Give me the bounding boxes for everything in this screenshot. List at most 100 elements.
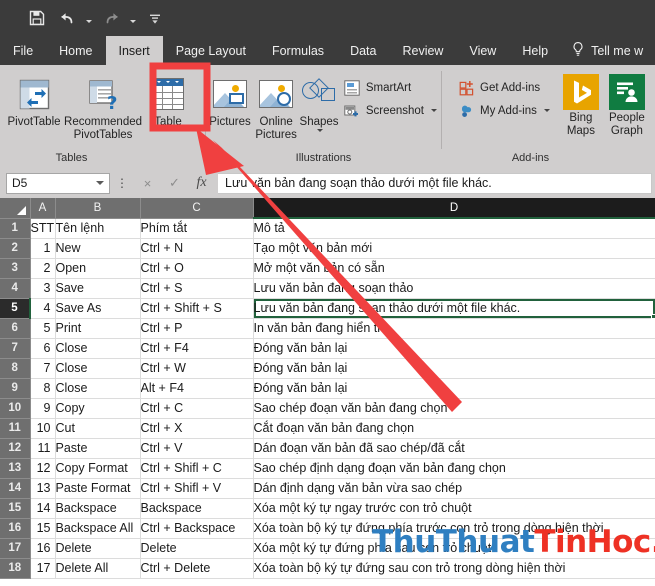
row-header-13[interactable]: 13 xyxy=(0,458,31,479)
cell-B10[interactable]: Copy xyxy=(55,398,141,419)
tab-insert[interactable]: Insert xyxy=(105,36,163,65)
cell-B16[interactable]: Backspace All xyxy=(55,518,141,539)
get-addins-button[interactable]: Get Add-ins xyxy=(454,76,554,99)
cell-A16[interactable]: 15 xyxy=(30,518,56,539)
cell-D8[interactable]: Đóng văn bản lại xyxy=(253,358,655,379)
row-header-3[interactable]: 3 xyxy=(0,258,31,279)
cell-B13[interactable]: Copy Format xyxy=(55,458,141,479)
cell-B3[interactable]: Open xyxy=(55,258,141,279)
cell-D2[interactable]: Tạo một văn bản mới xyxy=(253,238,655,259)
cell-C9[interactable]: Alt + F4 xyxy=(140,378,254,399)
cell-C10[interactable]: Ctrl + C xyxy=(140,398,254,419)
row-header-14[interactable]: 14 xyxy=(0,478,31,499)
cell-A6[interactable]: 5 xyxy=(30,318,56,339)
formula-input[interactable]: Lưu văn bản đang soạn thảo dưới một file… xyxy=(218,172,652,194)
online-pictures-button[interactable]: Online Pictures xyxy=(254,70,298,142)
cell-A4[interactable]: 3 xyxy=(30,278,56,299)
select-all-corner[interactable] xyxy=(0,198,31,219)
cell-A9[interactable]: 8 xyxy=(30,378,56,399)
cell-D1[interactable]: Mô tả xyxy=(253,218,655,239)
cell-B5[interactable]: Save As xyxy=(55,298,141,319)
cell-D11[interactable]: Cắt đoạn văn bản đang chọn xyxy=(253,418,655,439)
cell-D18[interactable]: Xóa toàn bộ ký tự đứng sau con trỏ trong… xyxy=(253,558,655,579)
cell-D7[interactable]: Đóng văn bản lại xyxy=(253,338,655,359)
formula-bar-expand-handle[interactable]: ⋮ xyxy=(113,176,131,190)
tell-me-box[interactable]: Tell me w xyxy=(561,36,643,65)
row-header-8[interactable]: 8 xyxy=(0,358,31,379)
cell-C13[interactable]: Ctrl + Shifl + C xyxy=(140,458,254,479)
undo-icon[interactable] xyxy=(54,6,80,30)
screenshot-button[interactable]: Screenshot xyxy=(340,99,441,122)
cell-C5[interactable]: Ctrl + Shift + S xyxy=(140,298,254,319)
save-icon[interactable] xyxy=(24,6,50,30)
cell-A15[interactable]: 14 xyxy=(30,498,56,519)
row-header-10[interactable]: 10 xyxy=(0,398,31,419)
selection-fill-handle[interactable] xyxy=(651,314,655,319)
customize-qat-icon[interactable] xyxy=(142,6,168,30)
tab-help[interactable]: Help xyxy=(509,36,561,65)
smartart-button[interactable]: SmartArt xyxy=(340,76,441,99)
cell-C6[interactable]: Ctrl + P xyxy=(140,318,254,339)
cancel-icon[interactable]: × xyxy=(134,173,161,194)
row-header-2[interactable]: 2 xyxy=(0,238,31,259)
cell-A2[interactable]: 1 xyxy=(30,238,56,259)
pivottable-button[interactable]: PivotTable xyxy=(0,70,68,129)
column-header-b[interactable]: B xyxy=(55,198,141,219)
column-header-a[interactable]: A xyxy=(30,198,56,219)
tab-review[interactable]: Review xyxy=(389,36,456,65)
insert-function-icon[interactable]: fx xyxy=(188,173,215,194)
enter-icon[interactable]: ✓ xyxy=(161,173,188,194)
cell-A8[interactable]: 7 xyxy=(30,358,56,379)
tab-formulas[interactable]: Formulas xyxy=(259,36,337,65)
row-header-11[interactable]: 11 xyxy=(0,418,31,439)
cell-D13[interactable]: Sao chép định dạng đoạn văn bản đang chọ… xyxy=(253,458,655,479)
cell-C7[interactable]: Ctrl + F4 xyxy=(140,338,254,359)
cell-C16[interactable]: Ctrl + Backspace xyxy=(140,518,254,539)
row-header-18[interactable]: 18 xyxy=(0,558,31,579)
cell-C4[interactable]: Ctrl + S xyxy=(140,278,254,299)
cell-A3[interactable]: 2 xyxy=(30,258,56,279)
row-header-6[interactable]: 6 xyxy=(0,318,31,339)
cell-D3[interactable]: Mở một văn bản có sẵn xyxy=(253,258,655,279)
cell-A17[interactable]: 16 xyxy=(30,538,56,559)
cell-D4[interactable]: Lưu văn bản đang soạn thảo xyxy=(253,278,655,299)
cell-C15[interactable]: Backspace xyxy=(140,498,254,519)
recommended-pivottables-button[interactable]: ? Recommended PivotTables xyxy=(64,70,142,142)
cell-D12[interactable]: Dán đoạn văn bản đã sao chép/đã cắt xyxy=(253,438,655,459)
cell-C18[interactable]: Ctrl + Delete xyxy=(140,558,254,579)
cell-B2[interactable]: New xyxy=(55,238,141,259)
cell-A18[interactable]: 17 xyxy=(30,558,56,579)
cell-B11[interactable]: Cut xyxy=(55,418,141,439)
cell-A7[interactable]: 6 xyxy=(30,338,56,359)
row-header-9[interactable]: 9 xyxy=(0,378,31,399)
my-addins-dropdown-icon[interactable] xyxy=(543,109,550,112)
cell-A5[interactable]: 4 xyxy=(30,298,56,319)
name-box[interactable]: D5 xyxy=(6,172,110,194)
cell-A1[interactable]: STT xyxy=(30,218,56,239)
row-header-1[interactable]: 1 xyxy=(0,218,31,239)
cell-B9[interactable]: Close xyxy=(55,378,141,399)
cell-D15[interactable]: Xóa một ký tự ngay trước con trỏ chuột xyxy=(253,498,655,519)
undo-dropdown-icon[interactable] xyxy=(84,6,94,30)
row-header-7[interactable]: 7 xyxy=(0,338,31,359)
cell-B1[interactable]: Tên lệnh xyxy=(55,218,141,239)
redo-icon[interactable] xyxy=(98,6,124,30)
cell-B12[interactable]: Paste xyxy=(55,438,141,459)
cell-C11[interactable]: Ctrl + X xyxy=(140,418,254,439)
cell-C8[interactable]: Ctrl + W xyxy=(140,358,254,379)
cell-B8[interactable]: Close xyxy=(55,358,141,379)
cell-B14[interactable]: Paste Format xyxy=(55,478,141,499)
cell-A11[interactable]: 10 xyxy=(30,418,56,439)
cell-D10[interactable]: Sao chép đoạn văn bản đang chọn xyxy=(253,398,655,419)
row-header-16[interactable]: 16 xyxy=(0,518,31,539)
row-header-17[interactable]: 17 xyxy=(0,538,31,559)
cell-B15[interactable]: Backspace xyxy=(55,498,141,519)
cell-C1[interactable]: Phím tắt xyxy=(140,218,254,239)
shapes-button[interactable]: Shapes xyxy=(298,70,340,133)
cell-A13[interactable]: 12 xyxy=(30,458,56,479)
cell-A10[interactable]: 9 xyxy=(30,398,56,419)
bing-maps-button[interactable]: Bing Maps xyxy=(560,70,602,138)
row-header-15[interactable]: 15 xyxy=(0,498,31,519)
cell-B4[interactable]: Save xyxy=(55,278,141,299)
cell-C12[interactable]: Ctrl + V xyxy=(140,438,254,459)
